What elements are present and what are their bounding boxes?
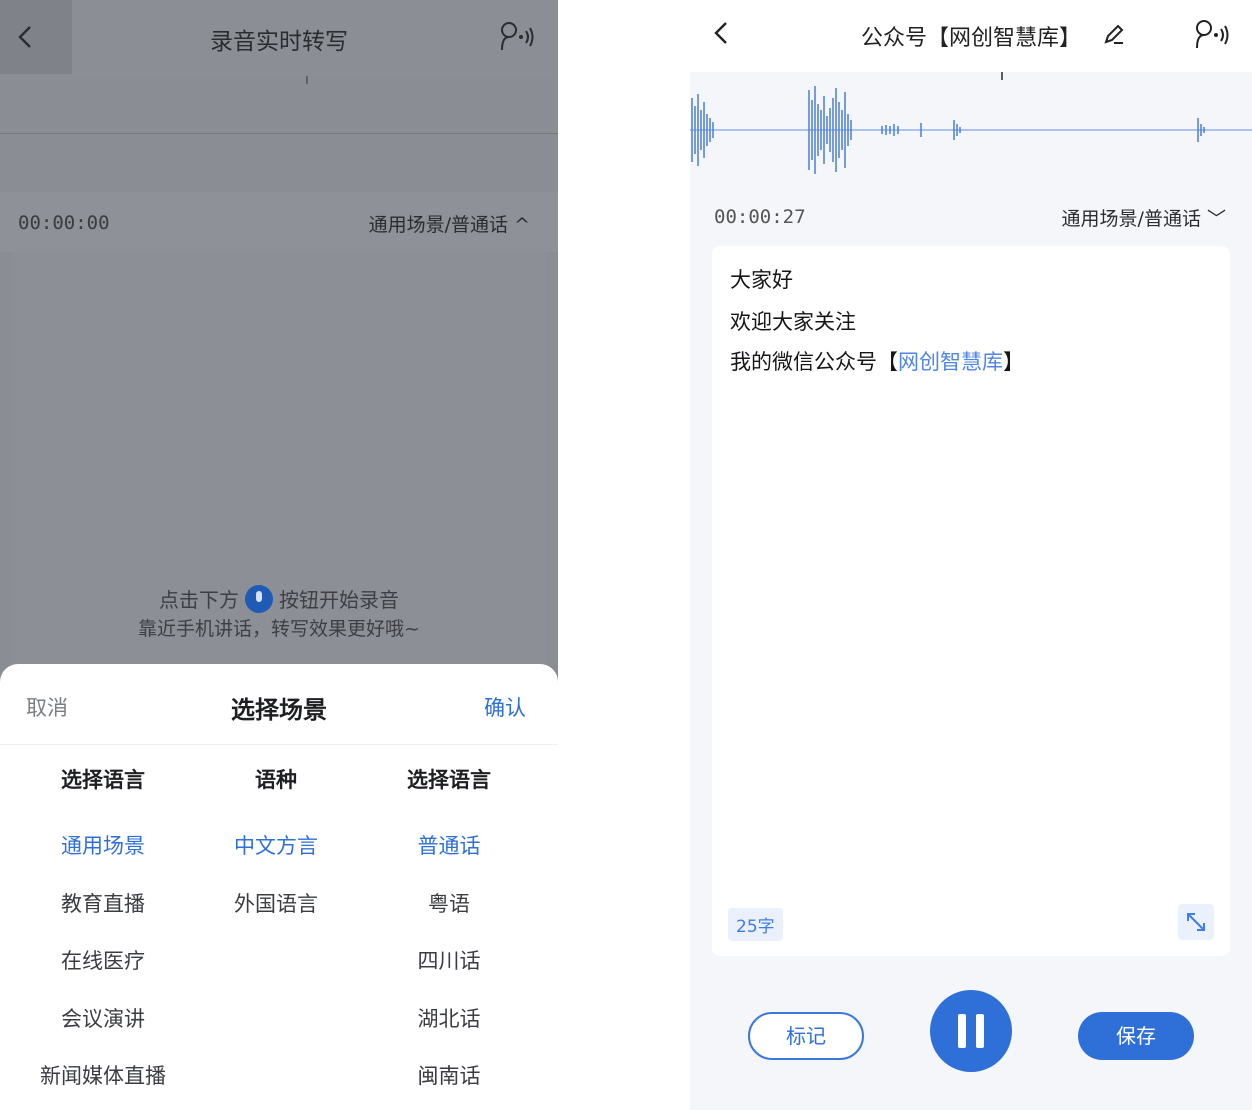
picker-option[interactable]: 闽南话 <box>356 1060 542 1110</box>
column-header: 选择语言 <box>61 768 145 792</box>
record-hint: 点击下方 按钮开始录音 <box>0 584 558 613</box>
scene-selector[interactable]: 通用场景/普通话 ^ <box>369 210 530 237</box>
mic-icon <box>245 585 273 613</box>
mark-button[interactable]: 标记 <box>748 1012 864 1060</box>
transcript-line: 我的微信公众号【网创智慧库】 <box>730 346 1024 376</box>
waveform-cursor <box>306 76 308 84</box>
page-title: 录音实时转写 <box>210 29 348 55</box>
expand-button[interactable] <box>1178 904 1214 940</box>
column-header: 语种 <box>255 768 297 792</box>
header-bar: 公众号【网创智慧库】 <box>690 0 1252 72</box>
hint-after: 按钮开始录音 <box>279 588 399 612</box>
picker-option[interactable]: 在线医疗 <box>10 945 196 1003</box>
scene-selector[interactable]: 通用场景/普通话 ﹀ <box>1062 204 1226 231</box>
picker-option[interactable]: 新闻媒体直播 <box>10 1060 196 1110</box>
sheet-title: 选择场景 <box>231 696 327 724</box>
highlighted-text: 网创智慧库 <box>898 350 1003 374</box>
record-timer: 00:00:27 <box>714 206 806 228</box>
picker-option-selected[interactable]: 普通话 <box>356 830 542 888</box>
picker-option[interactable]: 会议演讲 <box>10 1003 196 1061</box>
edit-pencil-icon[interactable] <box>1102 22 1126 46</box>
hint-before: 点击下方 <box>159 588 239 612</box>
column-header: 选择语言 <box>407 768 491 792</box>
scene-column: 选择语言 通用场景 教育直播 在线医疗 会议演讲 新闻媒体直播 <box>10 764 196 1110</box>
waveform-cursor <box>1001 72 1003 80</box>
picker-option[interactable]: 粤语 <box>356 888 542 946</box>
scene-picker-sheet: 取消 选择场景 确认 选择语言 通用场景 教育直播 在线医疗 会议演讲 新闻媒体… <box>0 664 558 1110</box>
right-screen: 公众号【网创智慧库】 00:00:27 通用场景/普通话 ﹀ 大家好 欢迎大家关… <box>690 0 1252 1110</box>
language-type-column: 语种 中文方言 外国语言 <box>183 764 369 945</box>
transcript-text: 我的微信公众号【 <box>730 350 898 374</box>
transcript-line: 大家好 <box>730 268 793 292</box>
voice-speaker-icon[interactable] <box>497 20 537 52</box>
picker-option[interactable]: 教育直播 <box>10 888 196 946</box>
expand-icon <box>1187 913 1205 931</box>
language-column: 选择语言 普通话 粤语 四川话 湖北话 闽南话 <box>356 764 542 1110</box>
confirm-button[interactable]: 确认 <box>484 692 526 722</box>
picker-option-selected[interactable]: 中文方言 <box>183 830 369 888</box>
waveform-baseline <box>0 133 558 134</box>
record-tip: 靠近手机讲话，转写效果更好哦~ <box>138 618 420 640</box>
transcript-line: 欢迎大家关注 <box>730 310 856 334</box>
picker-option[interactable]: 外国语言 <box>183 888 369 946</box>
voice-speaker-icon[interactable] <box>1192 18 1232 50</box>
audio-waveform <box>690 86 1252 174</box>
pause-icon <box>958 1014 966 1048</box>
pause-icon <box>976 1014 984 1048</box>
picker-option[interactable]: 湖北话 <box>356 1003 542 1061</box>
save-button[interactable]: 保存 <box>1078 1012 1194 1060</box>
left-screen: 录音实时转写 00:00:00 通用场景/普通话 ^ 点击下方 按钮开始录音 靠近… <box>0 0 558 1110</box>
record-timer: 00:00:00 <box>18 212 110 234</box>
divider <box>0 744 558 745</box>
word-count-badge: 25字 <box>728 908 783 941</box>
picker-option-selected[interactable]: 通用场景 <box>10 830 196 888</box>
recording-title: 公众号【网创智慧库】 <box>860 26 1081 51</box>
pause-button[interactable] <box>930 990 1012 1072</box>
transcript-card: 大家好 欢迎大家关注 我的微信公众号【网创智慧库】 25字 <box>712 246 1230 956</box>
transcript-text: 】 <box>1003 350 1024 374</box>
picker-option[interactable]: 四川话 <box>356 945 542 1003</box>
